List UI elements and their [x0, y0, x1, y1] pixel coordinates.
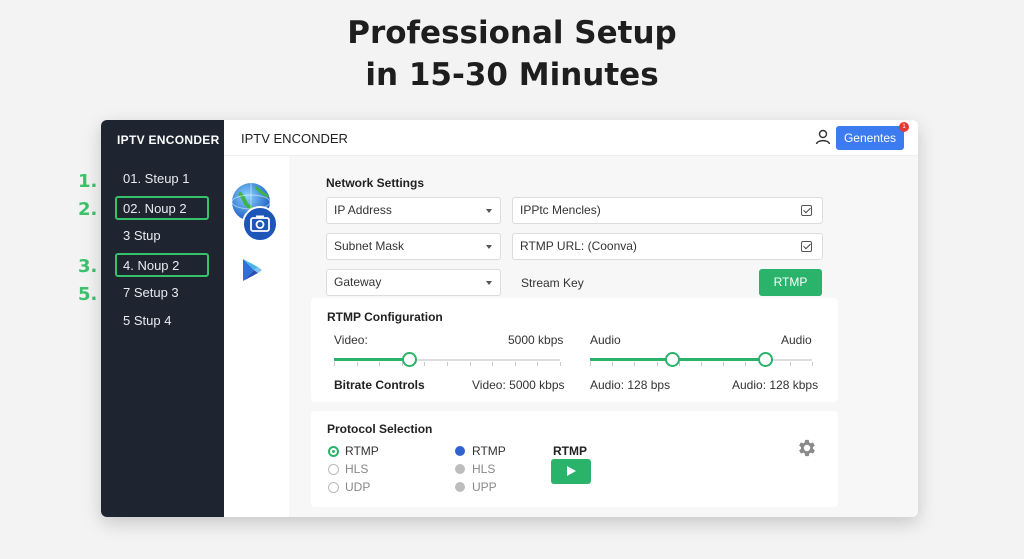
slider-tick: [470, 362, 471, 366]
radio-rtmp-alt-selected[interactable]: [455, 446, 465, 456]
protocol-option-rtmp[interactable]: RTMP: [345, 444, 379, 458]
video-label: Video:: [334, 333, 368, 347]
top-bar: IPTV ENCONDER Genentes 1: [224, 120, 918, 156]
headline: Professional Setup in 15-30 Minutes: [0, 12, 1024, 96]
headline-line-1: Professional Setup: [347, 15, 677, 51]
slider-tick: [492, 362, 493, 366]
ip-field-label: IPPtc Mencles): [520, 203, 601, 217]
generate-button[interactable]: Genentes: [836, 126, 904, 150]
radio-udp[interactable]: [328, 482, 339, 493]
radio-upp-alt[interactable]: [455, 482, 465, 492]
user-icon[interactable]: [814, 128, 832, 146]
headline-line-2: in 15-30 Minutes: [365, 57, 659, 93]
ip-field-checkbox-row[interactable]: IPPtc Mencles): [512, 197, 823, 224]
slider-tick: [447, 362, 448, 366]
gear-icon[interactable]: [796, 437, 818, 459]
sidebar-item-step-1[interactable]: 01. Steup 1: [115, 168, 209, 192]
sidebar: IPTV ENCONDER 01. Steup 1 02. Noup 2 3 S…: [101, 120, 224, 517]
sidebar-title: IPTV ENCONDER: [117, 133, 220, 147]
rtmp-button[interactable]: RTMP: [759, 269, 822, 296]
video-bitrate-slider[interactable]: [334, 352, 561, 372]
chevron-down-icon: [486, 281, 492, 285]
slider-tick: [590, 362, 591, 366]
slider-knob[interactable]: [665, 352, 680, 367]
subnet-mask-label: Subnet Mask: [334, 239, 405, 253]
play-store-icon[interactable]: [240, 257, 264, 283]
audio-label: Audio: [590, 333, 621, 347]
slider-tick: [701, 362, 702, 366]
rtmp-configuration-card: RTMP Configuration Video: 5000 kbps Audi…: [311, 298, 838, 402]
play-button[interactable]: [551, 459, 591, 484]
protocol-option-hls[interactable]: HLS: [345, 462, 368, 476]
slider-tick: [745, 362, 746, 366]
slider-fill: [334, 358, 409, 361]
slider-tick: [812, 362, 813, 366]
protocol-alt-option-upp[interactable]: UPP: [472, 480, 497, 494]
notification-badge: 1: [899, 122, 909, 132]
sidebar-item-step-5[interactable]: 5 Stup 4: [115, 310, 209, 334]
protocol-option-udp[interactable]: UDP: [345, 480, 370, 494]
slider-tick: [634, 362, 635, 366]
app-window: IPTV ENCONDER 01. Steup 1 02. Noup 2 3 S…: [101, 120, 918, 517]
ip-address-dropdown[interactable]: IP Address: [326, 197, 501, 224]
step-number-5: 5.: [78, 284, 98, 305]
radio-hls-alt[interactable]: [455, 464, 465, 474]
network-settings-title: Network Settings: [326, 176, 425, 190]
chevron-down-icon: [486, 209, 492, 213]
checkbox-checked-icon[interactable]: [801, 241, 812, 252]
camera-icon[interactable]: [242, 206, 278, 242]
subnet-mask-dropdown[interactable]: Subnet Mask: [326, 233, 501, 260]
sidebar-item-setup-3[interactable]: 7 Setup 3: [115, 282, 209, 306]
topbar-title: IPTV ENCONDER: [241, 131, 348, 146]
slider-tick: [537, 362, 538, 366]
main-content: Network Settings IP Address Subnet Mask …: [289, 156, 918, 517]
step-number-2: 2.: [78, 199, 98, 220]
gateway-label: Gateway: [334, 275, 382, 289]
bitrate-controls-label: Bitrate Controls: [334, 378, 425, 392]
chevron-down-icon: [486, 245, 492, 249]
play-label: RTMP: [553, 444, 587, 458]
audio-bitrate-slider[interactable]: [590, 352, 813, 372]
slider-knob[interactable]: [758, 352, 773, 367]
rtmp-url-label: RTMP URL: (Coonva): [520, 239, 637, 253]
radio-hls[interactable]: [328, 464, 339, 475]
slider-tick: [790, 362, 791, 366]
ip-address-label: IP Address: [334, 203, 392, 217]
sidebar-item-step-2[interactable]: 02. Noup 2: [115, 196, 209, 220]
slider-tick: [560, 362, 561, 366]
slider-tick: [379, 362, 380, 366]
protocol-alt-option-hls[interactable]: HLS: [472, 462, 495, 476]
audio-readout-right: Audio: 128 kbps: [732, 378, 819, 392]
slider-tick: [515, 362, 516, 366]
gateway-dropdown[interactable]: Gateway: [326, 269, 501, 296]
step-number-1: 1.: [78, 171, 98, 192]
checkbox-checked-icon[interactable]: [801, 205, 812, 216]
audio-label-right: Audio: [781, 333, 812, 347]
rtmp-url-field[interactable]: RTMP URL: (Coonva): [512, 233, 823, 260]
video-readout: Video: 5000 kbps: [472, 378, 565, 392]
slider-tick: [657, 362, 658, 366]
app-icon-rail: [224, 156, 289, 517]
protocol-selection-title: Protocol Selection: [327, 422, 433, 436]
step-number-3: 3.: [78, 256, 98, 277]
slider-tick: [334, 362, 335, 366]
slider-tick: [612, 362, 613, 366]
slider-tick: [424, 362, 425, 366]
radio-rtmp-selected[interactable]: [328, 446, 339, 457]
slider-tick: [723, 362, 724, 366]
video-value: 5000 kbps: [508, 333, 564, 347]
audio-readout-left: Audio: 128 bps: [590, 378, 671, 392]
rtmp-config-title: RTMP Configuration: [327, 310, 443, 324]
sidebar-item-step-4[interactable]: 4. Noup 2: [115, 253, 209, 277]
protocol-alt-option-rtmp[interactable]: RTMP: [472, 444, 506, 458]
slider-knob[interactable]: [402, 352, 417, 367]
protocol-selection-card: Protocol Selection RTMP HLS UDP RTMP HLS…: [311, 411, 838, 507]
sidebar-item-step-3[interactable]: 3 Stup: [115, 225, 209, 249]
stream-key-label: Stream Key: [521, 276, 584, 290]
slider-tick: [357, 362, 358, 366]
